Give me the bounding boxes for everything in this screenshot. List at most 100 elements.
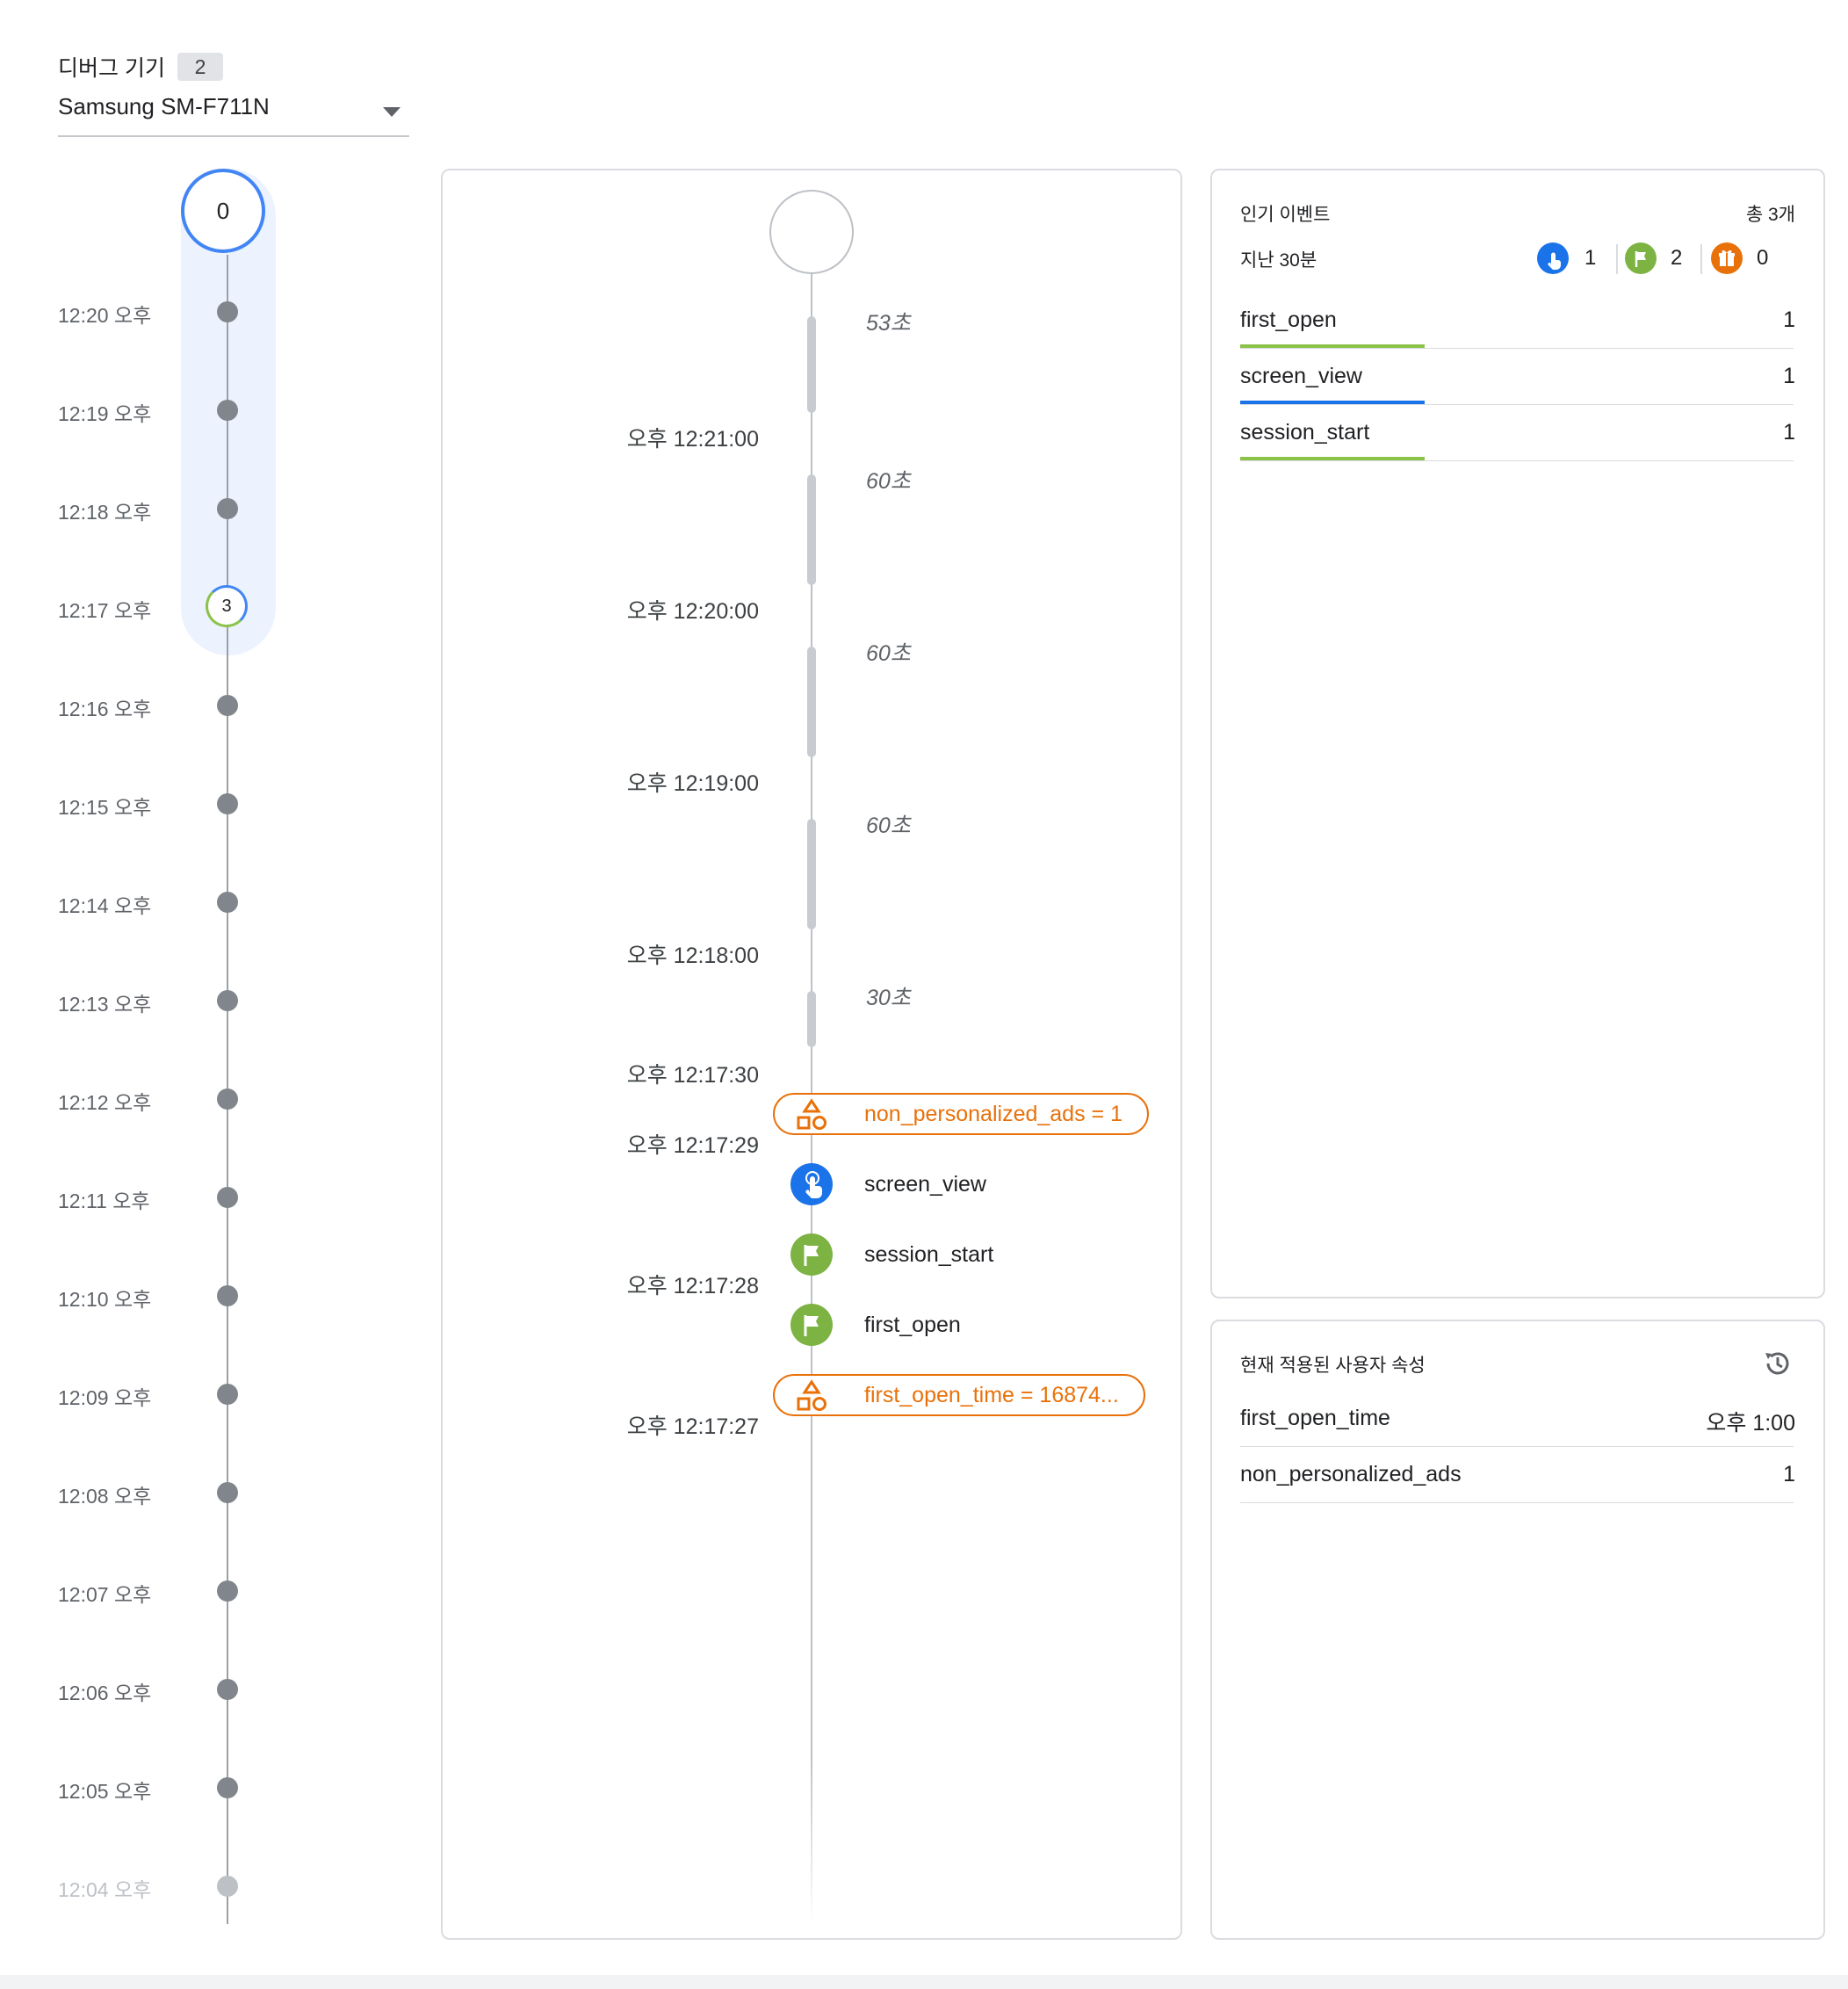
history-icon[interactable] bbox=[1760, 1346, 1795, 1381]
minute-label: 12:14 오후 bbox=[58, 894, 152, 917]
top-events-panel: 인기 이벤트 총 3개 지난 30분 1 2 0 first_open 1 sc… bbox=[1210, 169, 1825, 1298]
touch-icon[interactable] bbox=[790, 1163, 833, 1205]
timestamp-label: 오후 12:19:00 bbox=[626, 771, 759, 796]
user-property-pill[interactable]: first_open_time = 16874... bbox=[773, 1374, 1145, 1416]
user-property-name: non_personalized_ads bbox=[1240, 1462, 1462, 1486]
minute-dot[interactable] bbox=[217, 1089, 238, 1110]
flag-icon[interactable] bbox=[790, 1233, 833, 1276]
user-properties-title: 현재 적용된 사용자 속성 bbox=[1240, 1356, 1426, 1376]
event-label[interactable]: session_start bbox=[864, 1242, 993, 1268]
user-property-name: first_open_time bbox=[1240, 1406, 1390, 1430]
minute-dot[interactable] bbox=[217, 1876, 238, 1897]
minute-event-count: 3 bbox=[221, 597, 232, 616]
user-properties-panel: 현재 적용된 사용자 속성 first_open_time 오후 1:00 no… bbox=[1210, 1320, 1825, 1940]
minute-label: 12:08 오후 bbox=[58, 1485, 152, 1508]
minute-dot[interactable] bbox=[217, 498, 238, 519]
duration-segment bbox=[807, 647, 816, 757]
minute-dot[interactable] bbox=[217, 892, 238, 913]
duration-label: 60초 bbox=[866, 641, 911, 666]
timestamp-label: 오후 12:17:27 bbox=[626, 1414, 759, 1439]
row-divider bbox=[1240, 460, 1794, 461]
timestamp-label: 오후 12:17:29 bbox=[626, 1133, 759, 1158]
event-label[interactable]: screen_view bbox=[864, 1172, 986, 1197]
flag-icon[interactable] bbox=[790, 1304, 833, 1346]
minute-dot[interactable] bbox=[217, 1187, 238, 1208]
gift-event-count: 0 bbox=[1757, 246, 1769, 270]
minute-label: 12:15 오후 bbox=[58, 796, 152, 819]
event-color-bar bbox=[1240, 401, 1425, 404]
minute-dot[interactable] bbox=[217, 1384, 238, 1405]
top-event-name: session_start bbox=[1240, 420, 1370, 445]
timestamp-label: 오후 12:21:00 bbox=[626, 427, 759, 452]
flag-icon bbox=[1625, 242, 1657, 274]
minute-dot[interactable] bbox=[217, 1482, 238, 1503]
seconds-stream-top-marker bbox=[769, 190, 854, 274]
minute-dot[interactable] bbox=[217, 1679, 238, 1700]
row-divider bbox=[1240, 348, 1794, 349]
dropdown-arrow-icon bbox=[383, 107, 401, 117]
duration-label: 60초 bbox=[866, 469, 911, 494]
minute-dot[interactable] bbox=[217, 400, 238, 421]
divider bbox=[1616, 244, 1618, 274]
timestamp-label: 오후 12:17:28 bbox=[626, 1274, 759, 1298]
event-color-bar bbox=[1240, 344, 1425, 348]
minute-label: 12:16 오후 bbox=[58, 698, 152, 720]
top-event-name: first_open bbox=[1240, 307, 1337, 332]
timestamp-label: 오후 12:20:00 bbox=[626, 599, 759, 624]
gift-icon bbox=[1711, 242, 1743, 274]
device-select[interactable]: Samsung SM-F711N bbox=[58, 88, 409, 137]
minute-label: 12:12 오후 bbox=[58, 1091, 152, 1114]
event-color-bar bbox=[1240, 457, 1425, 460]
minute-label: 12:19 오후 bbox=[58, 402, 152, 425]
flag-event-count: 2 bbox=[1671, 246, 1683, 270]
top-events-total: 총 3개 bbox=[1745, 205, 1795, 225]
minute-label: 12:05 오후 bbox=[58, 1780, 152, 1803]
minute-dot[interactable] bbox=[217, 990, 238, 1011]
minute-label: 12:04 오후 bbox=[58, 1878, 152, 1901]
row-divider bbox=[1240, 404, 1794, 405]
minute-label: 12:07 오후 bbox=[58, 1583, 152, 1606]
minute-dot[interactable] bbox=[217, 695, 238, 716]
minute-dot[interactable] bbox=[217, 793, 238, 814]
divider bbox=[1700, 244, 1702, 274]
minute-dot[interactable] bbox=[217, 1777, 238, 1798]
user-property-value: 1 bbox=[1783, 1462, 1795, 1486]
duration-segment bbox=[807, 991, 816, 1047]
minute-dot[interactable] bbox=[217, 1580, 238, 1602]
event-label[interactable]: first_open bbox=[864, 1313, 961, 1338]
touch-event-count: 1 bbox=[1585, 246, 1597, 270]
user-property-text: first_open_time = 16874... bbox=[864, 1383, 1119, 1407]
top-events-title: 인기 이벤트 bbox=[1240, 205, 1331, 225]
shapes-icon bbox=[797, 1098, 827, 1130]
minute-label: 12:20 오후 bbox=[58, 304, 152, 327]
row-divider bbox=[1240, 1446, 1794, 1447]
top-events-period: 지난 30분 bbox=[1240, 250, 1317, 271]
top-event-name: screen_view bbox=[1240, 364, 1362, 388]
duration-segment bbox=[807, 316, 816, 413]
shapes-icon bbox=[797, 1379, 827, 1411]
user-property-pill[interactable]: non_personalized_ads = 1 bbox=[773, 1093, 1149, 1135]
device-count-badge: 2 bbox=[177, 53, 223, 81]
minute-dot[interactable] bbox=[217, 301, 238, 322]
top-event-count: 1 bbox=[1783, 364, 1795, 388]
row-divider bbox=[1240, 1502, 1794, 1503]
device-label: 디버그 기기 bbox=[58, 56, 165, 81]
user-property-text: non_personalized_ads = 1 bbox=[864, 1102, 1123, 1126]
minute-label: 12:09 오후 bbox=[58, 1386, 152, 1409]
duration-segment bbox=[807, 819, 816, 929]
minute-label: 12:17 오후 bbox=[58, 599, 152, 622]
timestamp-label: 오후 12:18:00 bbox=[626, 944, 759, 968]
user-property-value: 오후 1:00 bbox=[1706, 1411, 1795, 1436]
duration-label: 53초 bbox=[866, 311, 911, 336]
minute-label: 12:13 오후 bbox=[58, 993, 152, 1016]
top-event-count: 1 bbox=[1783, 307, 1795, 332]
duration-segment bbox=[807, 474, 816, 585]
touch-icon bbox=[1537, 242, 1569, 274]
duration-label: 60초 bbox=[866, 814, 911, 838]
bottom-strip bbox=[0, 1975, 1848, 1989]
minute-label: 12:10 오후 bbox=[58, 1288, 152, 1311]
timestamp-label: 오후 12:17:30 bbox=[626, 1063, 759, 1088]
minute-dot[interactable] bbox=[217, 1285, 238, 1306]
minute-label: 12:18 오후 bbox=[58, 501, 152, 524]
duration-label: 30초 bbox=[866, 986, 911, 1010]
